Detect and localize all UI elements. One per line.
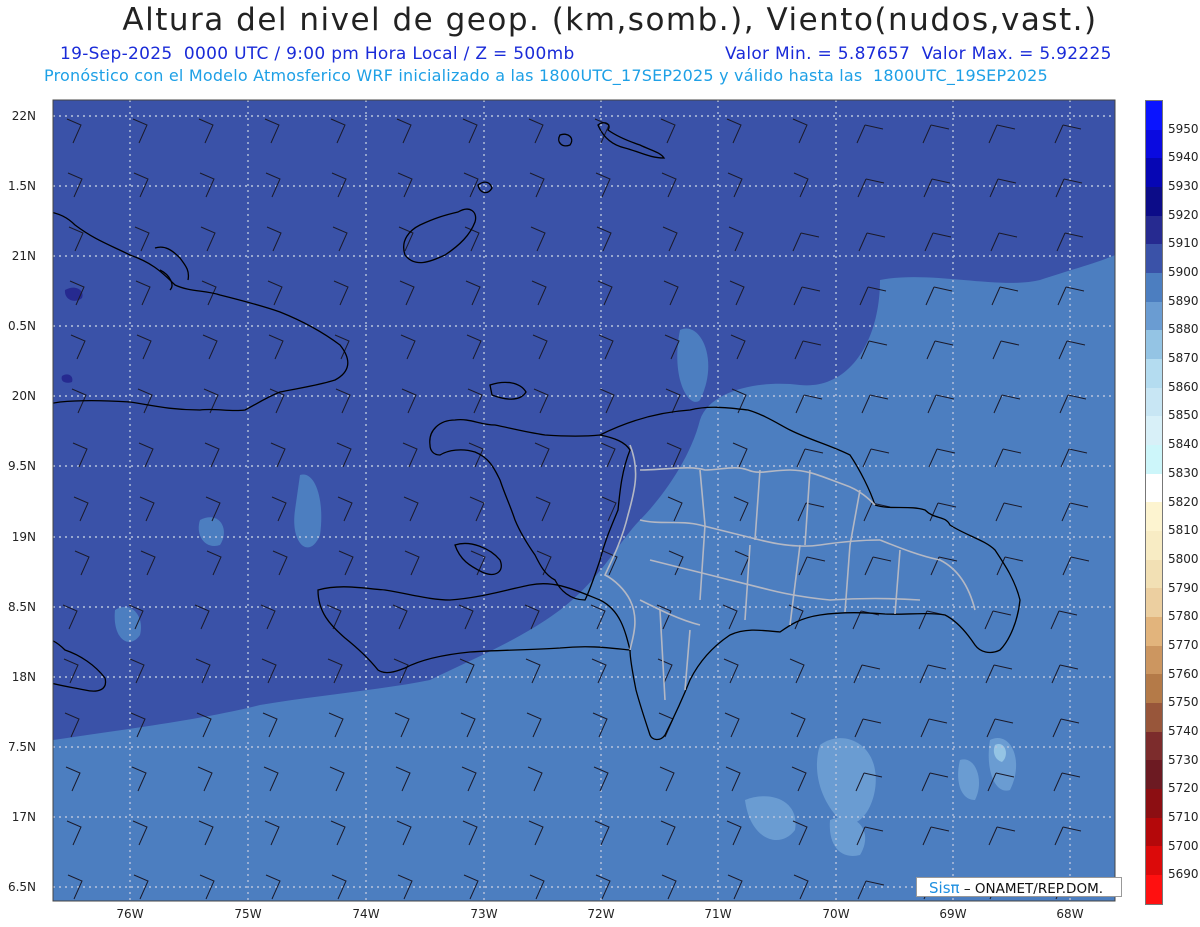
lon-label: 76W <box>116 907 144 921</box>
lat-label: 20N <box>11 389 36 403</box>
lat-label: 0.5N <box>7 319 36 333</box>
colorbar-label: 5740 <box>1168 723 1199 738</box>
min-max-values: Valor Min. = 5.87657 Valor Max. = 5.9222… <box>725 44 1112 64</box>
lat-label: 8.5N <box>7 600 36 614</box>
lon-label: 73W <box>470 907 498 921</box>
model-info-line: Pronóstico con el Modelo Atmosferico WRF… <box>44 66 1048 85</box>
colorbar-label: 5690 <box>1168 867 1199 882</box>
colorbar-label: 5890 <box>1168 293 1199 308</box>
colorbar-label: 5930 <box>1168 179 1199 194</box>
colorbar-swatch <box>1146 674 1162 704</box>
credit-box: Sisπ – ONAMET/REP.DOM. <box>916 877 1122 897</box>
colorbar-swatch <box>1146 617 1162 646</box>
colorbar-label: 5730 <box>1168 752 1199 767</box>
lon-label: 72W <box>587 907 615 921</box>
colorbar-label: 5700 <box>1168 838 1199 853</box>
colorbar-label: 5840 <box>1168 437 1199 452</box>
lat-label: 9.5N <box>7 459 36 473</box>
colorbar-label: 5750 <box>1168 695 1199 710</box>
lon-label: 75W <box>234 907 262 921</box>
colorbar-label: 5950 <box>1168 121 1199 136</box>
colorbar-swatch <box>1146 645 1162 675</box>
lat-label: 19N <box>11 530 36 544</box>
colorbar-swatch <box>1146 215 1162 245</box>
colorbar-label: 5900 <box>1168 265 1199 280</box>
colorbar-label: 5780 <box>1168 609 1199 624</box>
colorbar-swatch <box>1146 416 1162 446</box>
colorbar-swatch <box>1146 703 1162 732</box>
colorbar-label: 5720 <box>1168 781 1199 796</box>
lat-label: 17N <box>11 810 36 824</box>
colorbar-swatch <box>1146 817 1162 847</box>
colorbar-label: 5760 <box>1168 666 1199 681</box>
colorbar-swatch <box>1146 187 1162 216</box>
colorbar-swatch <box>1146 760 1162 790</box>
lat-label: 21N <box>11 249 36 263</box>
colorbar-swatch <box>1146 129 1162 159</box>
colorbar-label: 5850 <box>1168 408 1199 423</box>
credit-text: – ONAMET/REP.DOM. <box>963 881 1104 897</box>
colorbar-swatch <box>1146 502 1162 532</box>
colorbar-swatch <box>1146 731 1162 761</box>
colorbar-swatch <box>1146 273 1162 302</box>
colorbar-swatch <box>1146 445 1162 474</box>
forecast-map <box>52 99 1116 902</box>
chart-title: Altura del nivel de geop. (km,somb.), Vi… <box>122 2 1098 38</box>
colorbar-swatch <box>1146 359 1162 388</box>
colorbar-label: 5870 <box>1168 351 1199 366</box>
colorbar-label: 5770 <box>1168 637 1199 652</box>
colorbar-swatch <box>1146 473 1162 503</box>
colorbar-swatch <box>1146 789 1162 818</box>
colorbar-label: 5920 <box>1168 207 1199 222</box>
lat-label: 18N <box>11 670 36 684</box>
lat-label: 22N <box>11 109 36 123</box>
colorbar-swatch <box>1146 588 1162 618</box>
colorbar <box>1145 100 1163 905</box>
colorbar-label: 5910 <box>1168 236 1199 251</box>
lat-label: 7.5N <box>7 740 36 754</box>
credit-brand: Sisπ <box>929 879 960 897</box>
colorbar-label: 5880 <box>1168 322 1199 337</box>
lon-label: 69W <box>939 907 967 921</box>
colorbar-swatch <box>1146 158 1162 188</box>
colorbar-label: 5710 <box>1168 809 1199 824</box>
colorbar-swatch <box>1146 846 1162 876</box>
colorbar-label: 5830 <box>1168 465 1199 480</box>
lon-label: 74W <box>352 907 380 921</box>
colorbar-label: 5860 <box>1168 379 1199 394</box>
colorbar-label: 5940 <box>1168 150 1199 165</box>
colorbar-label: 5800 <box>1168 551 1199 566</box>
lon-label: 68W <box>1056 907 1084 921</box>
lon-label: 70W <box>822 907 850 921</box>
colorbar-swatch <box>1146 559 1162 589</box>
colorbar-swatch <box>1146 244 1162 274</box>
colorbar-swatch <box>1146 387 1162 417</box>
lat-label: 6.5N <box>7 880 36 894</box>
lat-label: 1.5N <box>7 179 36 193</box>
lon-label: 71W <box>704 907 732 921</box>
colorbar-swatch <box>1146 531 1162 560</box>
colorbar-swatch <box>1146 101 1162 130</box>
colorbar-label: 5810 <box>1168 523 1199 538</box>
colorbar-label: 5790 <box>1168 580 1199 595</box>
colorbar-swatch <box>1146 330 1162 360</box>
colorbar-swatch <box>1146 301 1162 331</box>
colorbar-swatch <box>1146 875 1162 904</box>
valid-time-line: 19-Sep-2025 0000 UTC / 9:00 pm Hora Loca… <box>60 44 575 64</box>
colorbar-label: 5820 <box>1168 494 1199 509</box>
